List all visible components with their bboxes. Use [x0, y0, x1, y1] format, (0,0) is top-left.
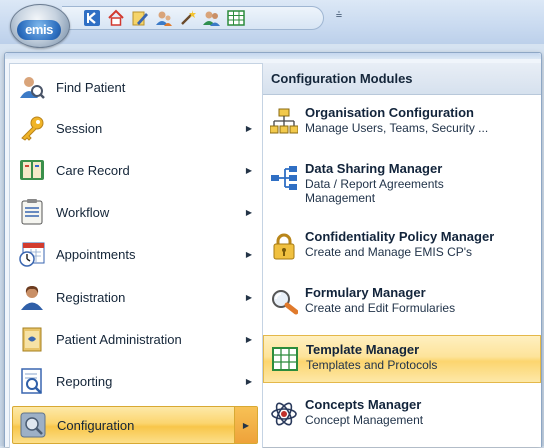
menu-item-workflow[interactable]: Workflow ▶: [12, 193, 258, 231]
grid-icon[interactable]: [226, 8, 246, 28]
submenu-arrow-icon: ▶: [245, 376, 253, 386]
submenu-arrow-icon: ▶: [245, 123, 253, 133]
lock-icon: [269, 231, 299, 261]
menu-item-care-record[interactable]: Care Record ▶: [12, 151, 258, 189]
menu-item-label: Patient Administration: [56, 331, 182, 347]
registration-icon: [18, 283, 46, 311]
menu-item-registration[interactable]: Registration ▶: [12, 278, 258, 316]
calendar-icon: [18, 240, 46, 268]
data-sharing-icon: [269, 163, 299, 193]
menu-item-label: Care Record: [56, 162, 130, 178]
care-record-icon: [18, 156, 46, 184]
wand-icon[interactable]: [178, 8, 198, 28]
module-title: Data Sharing Manager: [305, 161, 443, 176]
module-data-sharing-manager[interactable]: Data Sharing Manager Data / Report Agree…: [263, 155, 541, 215]
key-icon: [18, 114, 46, 142]
main-menu-list: Find Patient Session ▶ Care Record ▶ Wor…: [9, 63, 263, 448]
menu-item-label: Appointments: [56, 246, 136, 262]
module-description: Create and Manage EMIS CP's: [305, 245, 473, 259]
submenu-arrow-icon: ▶: [245, 334, 253, 344]
module-title: Template Manager: [306, 342, 420, 357]
module-confidentiality-policy-manager[interactable]: Confidentiality Policy Manager Create an…: [263, 223, 541, 271]
menu-item-session[interactable]: Session ▶: [12, 109, 258, 147]
menu-item-label: Session: [56, 120, 103, 136]
quick-access-toolbar: [62, 6, 324, 30]
atom-icon: [269, 399, 299, 429]
submenu-arrow-icon: ▶: [245, 249, 253, 259]
module-description: Create and Edit Formularies: [305, 301, 456, 315]
org-chart-icon: [269, 107, 299, 137]
template-grid-icon: [270, 344, 300, 374]
module-title: Formulary Manager: [305, 285, 426, 300]
menu-item-label: Reporting: [56, 373, 113, 389]
module-title: Organisation Configuration: [305, 105, 474, 120]
module-description: Templates and Protocols: [306, 358, 438, 372]
submenu-arrow-icon: ▶: [245, 165, 253, 175]
menu-item-label: Registration: [56, 289, 126, 305]
module-description: Manage Users, Teams, Security ...: [305, 121, 489, 135]
menu-item-patient-administration[interactable]: Patient Administration ▶: [12, 320, 258, 358]
patients-icon[interactable]: [202, 8, 222, 28]
menu-top-strip: [5, 53, 541, 59]
menu-item-label: Workflow: [56, 204, 110, 220]
users-icon[interactable]: [154, 8, 174, 28]
submenu-arrow-icon: ▶: [245, 292, 253, 302]
module-title: Confidentiality Policy Manager: [305, 229, 495, 244]
magnifier-icon: [269, 287, 299, 317]
menu-item-label: Find Patient: [56, 79, 126, 95]
menu-item-configuration[interactable]: Configuration ▶: [12, 406, 258, 444]
submenu-arrow-icon: ▶: [245, 207, 253, 217]
emis-logo: emis: [17, 20, 61, 40]
application-menu-button[interactable]: emis: [10, 4, 70, 48]
module-description: Data / Report Agreements Management: [305, 177, 444, 205]
reporting-icon: [18, 367, 46, 395]
edit-icon[interactable]: [130, 8, 150, 28]
menu-item-find-patient[interactable]: Find Patient: [12, 68, 258, 106]
submenu-title: Configuration Modules: [263, 63, 541, 95]
module-template-manager[interactable]: Template Manager Templates and Protocols: [263, 335, 541, 383]
submenu-panel: Configuration Modules Organisation Confi…: [263, 63, 541, 447]
find-patient-icon: [18, 73, 46, 101]
back-arrow-icon[interactable]: [82, 8, 102, 28]
menu-item-label: Configuration: [57, 417, 135, 433]
module-title: Concepts Manager: [305, 397, 422, 412]
home-icon[interactable]: [106, 8, 126, 28]
application-menu: Find Patient Session ▶ Care Record ▶ Wor…: [4, 52, 542, 448]
title-bar: emis ⩮: [0, 0, 544, 48]
module-formulary-manager[interactable]: Formulary Manager Create and Edit Formul…: [263, 279, 541, 327]
customize-toolbar-button[interactable]: ⩮: [332, 9, 346, 25]
folder-icon: [18, 325, 46, 353]
workflow-icon: [18, 198, 46, 226]
menu-item-appointments[interactable]: Appointments ▶: [12, 235, 258, 273]
module-organisation-configuration[interactable]: Organisation Configuration Manage Users,…: [263, 99, 541, 147]
configuration-icon: [19, 411, 47, 439]
module-description: Concept Management: [305, 413, 424, 427]
submenu-arrow-icon: ▶: [234, 407, 257, 443]
menu-item-reporting[interactable]: Reporting ▶: [12, 362, 258, 400]
module-concepts-manager[interactable]: Concepts Manager Concept Management: [263, 391, 541, 439]
